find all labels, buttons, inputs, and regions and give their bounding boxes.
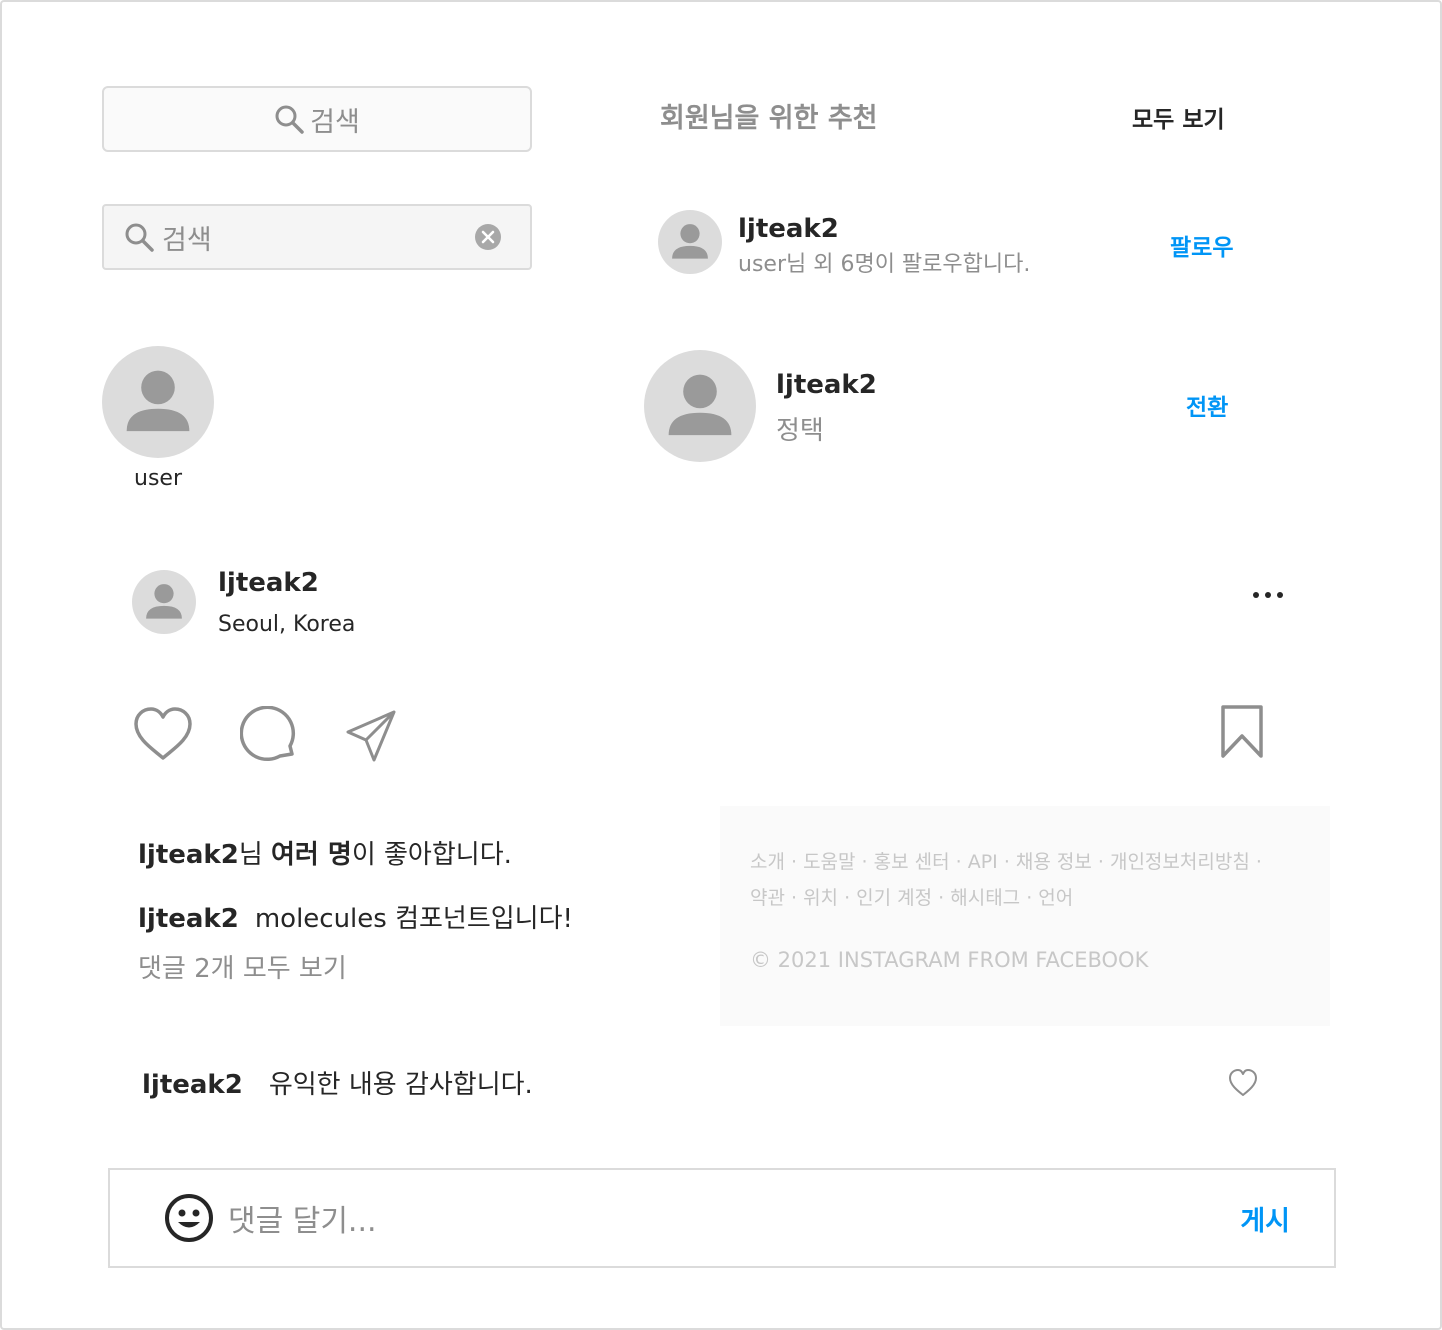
footer-links[interactable]: 소개 · 도움말 · 홍보 센터 · API · 채용 정보 · 개인정보처리방…: [750, 844, 1310, 916]
heart-icon[interactable]: [1228, 1068, 1258, 1098]
suggestion-username[interactable]: ljteak2: [738, 214, 839, 244]
comment-form: 댓글 달기... 게시: [108, 1168, 1336, 1268]
switch-button[interactable]: 전환: [1186, 388, 1228, 422]
footer-links-line[interactable]: 약관 · 위치 · 인기 계정 · 해시태그 · 언어: [750, 880, 1310, 916]
caption-username[interactable]: ljteak2: [138, 904, 239, 934]
avatar[interactable]: [132, 570, 196, 634]
search-input[interactable]: 검색: [162, 218, 474, 257]
caption-text: molecules 컴포넌트입니다!: [254, 904, 573, 934]
likes-user[interactable]: ljteak2: [138, 840, 239, 870]
likes-others[interactable]: 여러 명: [271, 840, 352, 870]
account-name: 정택: [776, 416, 824, 446]
footer: 소개 · 도움말 · 홍보 센터 · API · 채용 정보 · 개인정보처리방…: [720, 806, 1330, 1026]
footer-copyright: © 2021 INSTAGRAM FROM FACEBOOK: [750, 948, 1149, 972]
view-all-comments-link[interactable]: 댓글 2개 모두 보기: [138, 948, 347, 985]
follow-button[interactable]: 팔로우: [1170, 228, 1233, 262]
comment-icon[interactable]: [240, 706, 298, 764]
person-icon: [672, 224, 708, 259]
post-location[interactable]: Seoul, Korea: [218, 612, 355, 637]
suggestion-subtitle: user님 외 6명이 팔로우합니다.: [738, 252, 1031, 277]
avatar[interactable]: [658, 210, 722, 274]
comment-text: 유익한 내용 감사합니다.: [268, 1070, 533, 1100]
comment-input[interactable]: 댓글 달기...: [228, 1196, 1240, 1240]
emoji-icon[interactable]: [164, 1193, 214, 1243]
post-username[interactable]: ljteak2: [218, 568, 319, 598]
search-placeholder: 검색: [310, 106, 360, 138]
search-box-focused[interactable]: 검색: [102, 204, 532, 270]
person-icon: [126, 370, 190, 432]
clear-icon[interactable]: [474, 223, 502, 251]
search-box-default[interactable]: 검색: [102, 86, 532, 152]
more-options-icon[interactable]: [1248, 580, 1288, 610]
person-icon: [668, 374, 732, 436]
search-icon: [275, 105, 304, 134]
avatar[interactable]: [644, 350, 756, 462]
page-frame: [0, 0, 1442, 1330]
search-icon: [125, 223, 154, 252]
account-username[interactable]: ljteak2: [776, 370, 877, 400]
avatar[interactable]: [102, 346, 214, 458]
likes-text[interactable]: ljteak2님 여러 명이 좋아합니다.: [138, 834, 512, 871]
bookmark-icon[interactable]: [1218, 704, 1266, 760]
likes-suffix: 이 좋아합니다.: [351, 840, 512, 870]
comment-username[interactable]: ljteak2: [142, 1070, 243, 1100]
profile-username[interactable]: user: [102, 466, 214, 491]
person-icon: [146, 584, 182, 619]
recommendations-title: 회원님을 위한 추천: [660, 103, 878, 134]
comment-item: ljteak2 유익한 내용 감사합니다.: [142, 1064, 533, 1101]
likes-suffix: 님: [238, 840, 272, 870]
post-comment-button[interactable]: 게시: [1240, 1199, 1290, 1238]
heart-icon[interactable]: [132, 706, 194, 762]
see-all-link[interactable]: 모두 보기: [1132, 100, 1225, 134]
post-caption: ljteak2 molecules 컴포넌트입니다!: [138, 898, 573, 935]
share-icon[interactable]: [344, 708, 400, 764]
footer-links-line[interactable]: 소개 · 도움말 · 홍보 센터 · API · 채용 정보 · 개인정보처리방…: [750, 844, 1310, 880]
